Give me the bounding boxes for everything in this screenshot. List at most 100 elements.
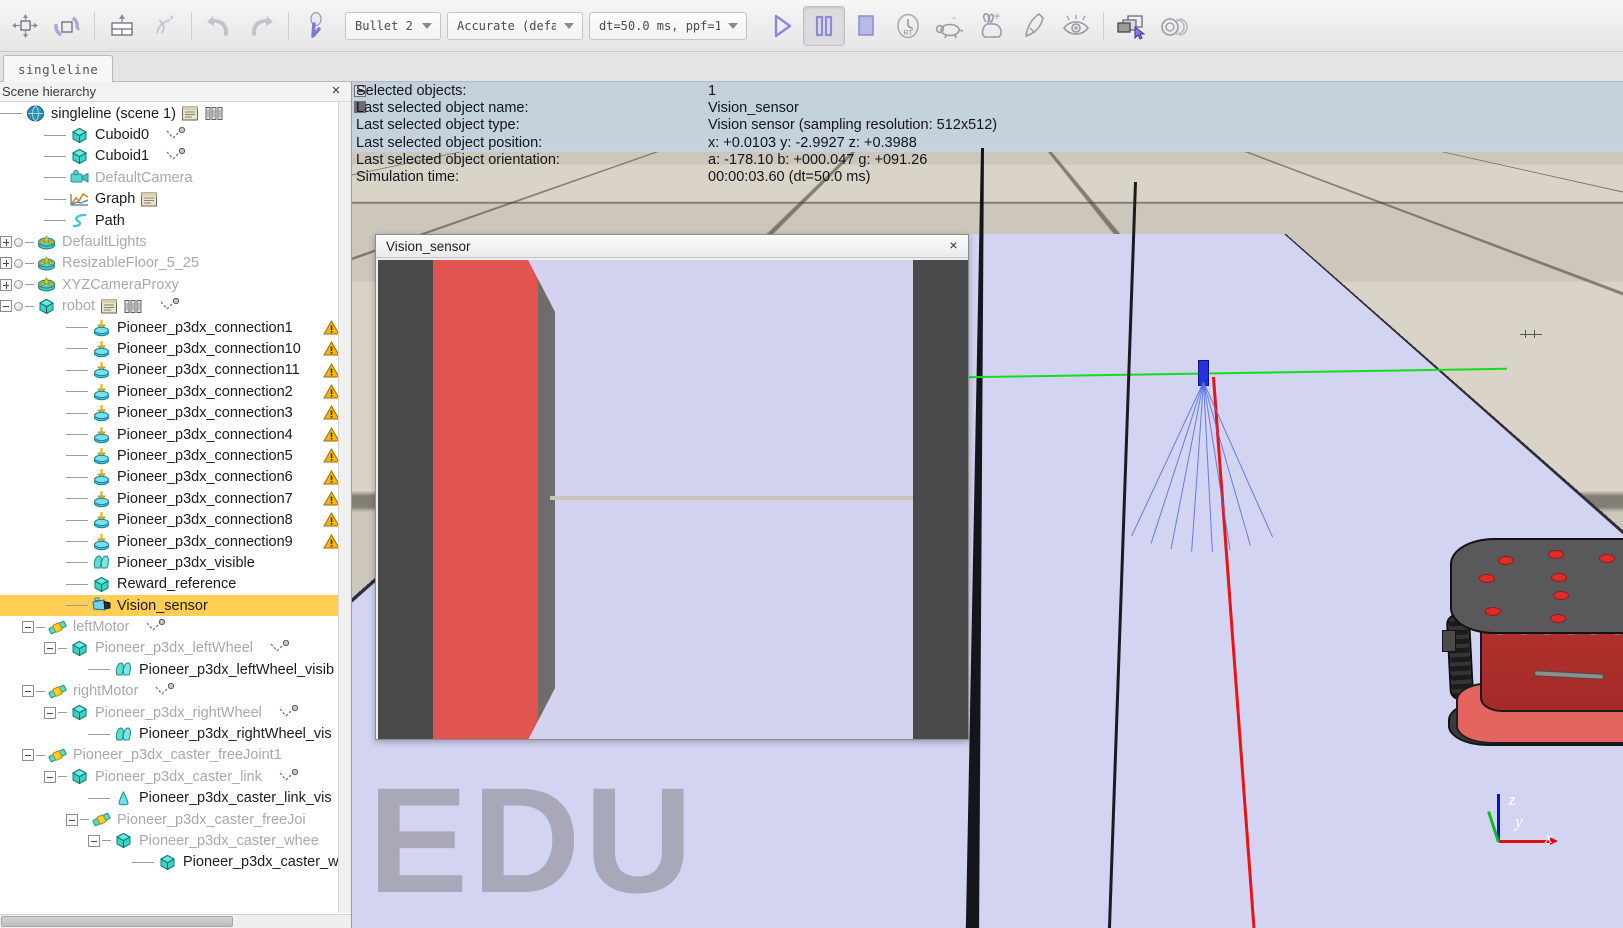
hierarchy-item-pioneer-p3dx-connection11[interactable]: Pioneer_p3dx_connection11	[0, 360, 351, 381]
hierarchy-item-leftmotor[interactable]: leftMotor	[0, 616, 351, 637]
hierarchy-item-pioneer-p3dx-connection10[interactable]: Pioneer_p3dx_connection10	[0, 338, 351, 359]
hierarchy-item-graph[interactable]: Graph	[0, 189, 351, 210]
script-icon[interactable]	[140, 192, 159, 207]
hierarchy-item-cuboid1[interactable]: Cuboid1	[0, 146, 351, 167]
collapse-icon[interactable]	[44, 707, 56, 719]
start-simulation-button[interactable]	[761, 6, 803, 46]
hierarchy-item-pioneer-p3dx-connection3[interactable]: Pioneer_p3dx_connection3	[0, 402, 351, 423]
hierarchy-item-path[interactable]: Path	[0, 210, 351, 231]
hierarchy-item-pioneer-p3dx-caster-whe[interactable]: Pioneer_p3dx_caster_whe	[0, 852, 351, 873]
hierarchy-item-pioneer-p3dx-connection4[interactable]: Pioneer_p3dx_connection4	[0, 424, 351, 445]
hierarchy-item-pioneer-p3dx-connection7[interactable]: Pioneer_p3dx_connection7	[0, 488, 351, 509]
realtime-clock-icon[interactable]: RT	[887, 6, 929, 46]
hierarchy-item-pioneer-p3dx-rightwheel-vis[interactable]: Pioneer_p3dx_rightWheel_vis	[0, 723, 351, 744]
hierarchy-item-defaultlights[interactable]: DefaultLights	[0, 231, 351, 252]
assembling-icon[interactable]	[143, 6, 185, 46]
physics-engine-select[interactable]: Bullet 2.	[345, 12, 441, 40]
hierarchy-item-pioneer-p3dx-caster-freejoint1[interactable]: Pioneer_p3dx_caster_freeJoint1	[0, 745, 351, 766]
scene-hierarchy-panel: Scene hierarchy × singleline (scene 1) Cu…	[0, 82, 352, 928]
vision-sensor-window-title: Vision_sensor	[386, 239, 471, 254]
hierarchy-vertical-scrollbar[interactable]	[338, 102, 351, 913]
collapse-icon[interactable]	[22, 685, 34, 697]
tree-connector	[44, 177, 66, 178]
close-icon[interactable]: ×	[329, 84, 343, 98]
hierarchy-item-resizablefloor-5-25[interactable]: ResizableFloor_5_25	[0, 253, 351, 274]
hierarchy-item-label: Pioneer_p3dx_caster_freeJoi	[117, 812, 306, 828]
tree-connector	[66, 370, 88, 371]
hierarchy-item-pioneer-p3dx-caster-freejoi[interactable]: Pioneer_p3dx_caster_freeJoi	[0, 809, 351, 830]
robot-rivet	[1548, 550, 1564, 559]
hierarchy-item-pioneer-p3dx-leftwheel-visib[interactable]: Pioneer_p3dx_leftWheel_visib	[0, 659, 351, 680]
hierarchy-item-pioneer-p3dx-rightwheel[interactable]: Pioneer_p3dx_rightWheel	[0, 702, 351, 723]
bars-icon[interactable]	[124, 299, 143, 314]
tree-connector	[66, 413, 88, 414]
hierarchy-item-pioneer-p3dx-caster-whee[interactable]: Pioneer_p3dx_caster_whee	[0, 830, 351, 851]
vision-sensor-window-titlebar[interactable]: Vision_sensor ×	[376, 235, 968, 258]
stop-simulation-button[interactable]	[845, 6, 887, 46]
hierarchy-item-singleline-scene-1[interactable]: singleline (scene 1)	[0, 103, 351, 124]
hierarchy-item-cuboid0[interactable]: Cuboid0	[0, 124, 351, 145]
object-rotate-icon[interactable]	[46, 6, 88, 46]
hierarchy-item-defaultcamera[interactable]: DefaultCamera	[0, 167, 351, 188]
object-shift-icon[interactable]	[4, 6, 46, 46]
page-selector-icon[interactable]	[101, 6, 143, 46]
close-icon[interactable]: ×	[946, 238, 961, 253]
camera-icon[interactable]	[1152, 6, 1194, 46]
hierarchy-item-rightmotor[interactable]: rightMotor	[0, 681, 351, 702]
expand-icon[interactable]	[0, 257, 12, 269]
collapse-icon[interactable]	[22, 749, 34, 761]
collapse-icon[interactable]	[66, 814, 78, 826]
expand-icon[interactable]	[0, 236, 12, 248]
expand-icon[interactable]	[0, 279, 12, 291]
scene-3d-view[interactable]: EDU Selected objects: 1 Last selected obje…	[352, 82, 1623, 928]
engine-precision-select[interactable]: Accurate (defaul	[447, 12, 583, 40]
scene-hierarchy-tree[interactable]: singleline (scene 1) Cuboid0 Cuboid1 Defaul…	[0, 102, 351, 913]
hierarchy-item-pioneer-p3dx-connection6[interactable]: Pioneer_p3dx_connection6	[0, 467, 351, 488]
eye-icon[interactable]	[1055, 6, 1097, 46]
hierarchy-item-pioneer-p3dx-caster-link-vis[interactable]: Pioneer_p3dx_caster_link_vis	[0, 788, 351, 809]
collapse-icon[interactable]	[88, 835, 100, 847]
pause-simulation-button[interactable]	[803, 6, 845, 46]
hierarchy-item-pioneer-p3dx-leftwheel[interactable]: Pioneer_p3dx_leftWheel	[0, 638, 351, 659]
hierarchy-item-pioneer-p3dx-visible[interactable]: Pioneer_p3dx_visible	[0, 552, 351, 573]
collapse-icon[interactable]	[44, 642, 56, 654]
collapse-icon[interactable]	[22, 621, 34, 633]
timestep-select[interactable]: dt=50.0 ms, ppf=1	[589, 12, 747, 40]
status-row-value: a: -178.10 b: +000.047 g: +091.26	[708, 152, 997, 169]
turtle-slower-icon[interactable]: -	[929, 6, 971, 46]
collapse-icon[interactable]	[0, 300, 12, 312]
hierarchy-scroll-thumb[interactable]	[1, 916, 233, 927]
hierarchy-item-pioneer-p3dx-connection2[interactable]: Pioneer_p3dx_connection2	[0, 381, 351, 402]
script-icon[interactable]	[181, 106, 200, 121]
rocket-icon[interactable]	[1013, 6, 1055, 46]
scene-tab-label: singleline	[18, 62, 98, 77]
scene-tab-singleline[interactable]: singleline	[3, 55, 113, 82]
hierarchy-item-pioneer-p3dx-connection8[interactable]: Pioneer_p3dx_connection8	[0, 509, 351, 530]
redo-icon[interactable]	[240, 6, 282, 46]
hierarchy-item-vision-sensor[interactable]: Vision_sensor	[0, 595, 351, 616]
dynamics-icon[interactable]	[295, 6, 337, 46]
vision-sensor-image	[378, 260, 968, 739]
hierarchy-item-reward-reference[interactable]: Reward_reference	[0, 574, 351, 595]
vision-sensor-window[interactable]: Vision_sensor ×	[375, 234, 969, 740]
hierarchy-item-label: Pioneer_p3dx_caster_link_vis	[139, 790, 332, 806]
hierarchy-item-robot[interactable]: robot	[0, 296, 351, 317]
cuboid-icon	[36, 297, 57, 315]
undo-icon[interactable]	[198, 6, 240, 46]
status-row-value: Vision sensor (sampling resolution: 512x…	[708, 117, 997, 134]
pages-icon[interactable]	[1110, 6, 1152, 46]
robot-rivet	[1553, 591, 1569, 600]
hierarchy-item-pioneer-p3dx-connection1[interactable]: Pioneer_p3dx_connection1	[0, 317, 351, 338]
hierarchy-item-pioneer-p3dx-connection9[interactable]: Pioneer_p3dx_connection9	[0, 531, 351, 552]
hierarchy-item-pioneer-p3dx-caster-link[interactable]: Pioneer_p3dx_caster_link	[0, 766, 351, 787]
lights-icon	[36, 276, 57, 294]
collapse-icon[interactable]	[44, 771, 56, 783]
robot-rivet	[1498, 556, 1514, 565]
hierarchy-horizontal-scrollbar[interactable]	[0, 914, 352, 928]
bars-icon[interactable]	[205, 106, 224, 121]
hierarchy-item-pioneer-p3dx-connection5[interactable]: Pioneer_p3dx_connection5	[0, 445, 351, 466]
rabbit-faster-icon[interactable]: +	[971, 6, 1013, 46]
pioneer-p3dx-robot[interactable]	[1442, 522, 1623, 762]
hierarchy-item-xyzcameraproxy[interactable]: XYZCameraProxy	[0, 274, 351, 295]
script-icon[interactable]	[100, 299, 119, 314]
